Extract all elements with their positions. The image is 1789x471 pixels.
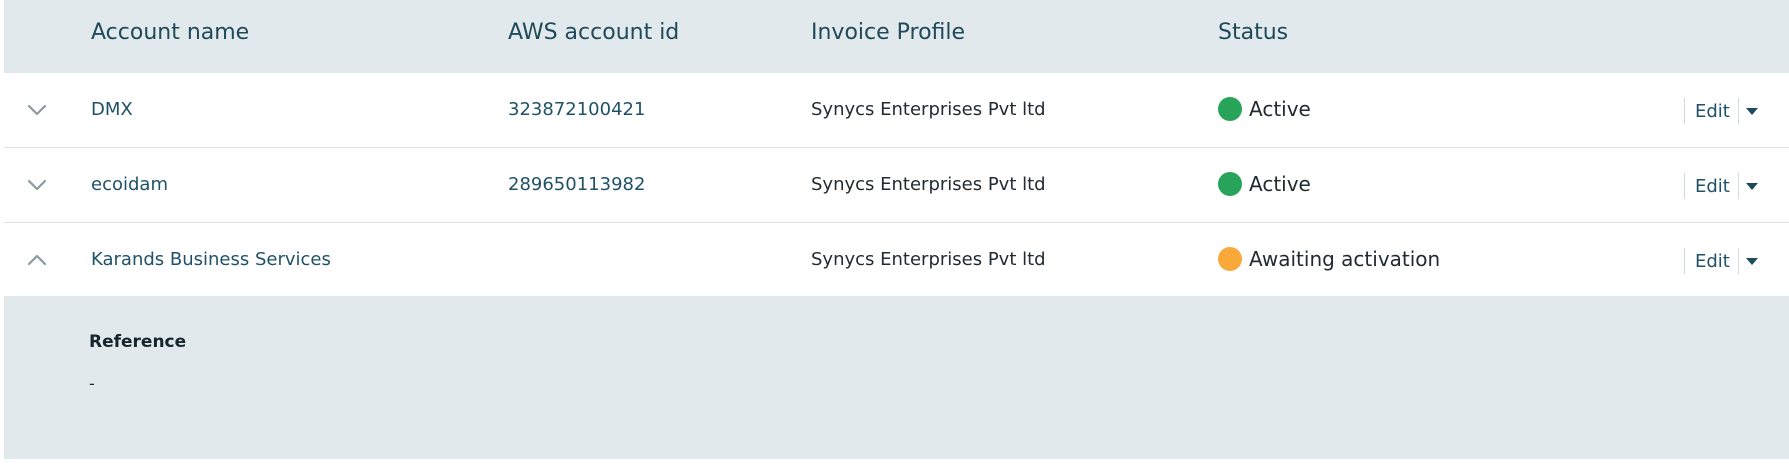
chevron-up-icon[interactable] — [26, 249, 48, 271]
edit-button[interactable]: Edit — [1685, 101, 1738, 122]
account-name-link[interactable]: ecoidam — [91, 174, 168, 195]
column-header-status[interactable]: Status — [1218, 20, 1288, 45]
status-dot-icon — [1218, 247, 1242, 271]
aws-account-id: 289650113982 — [508, 174, 646, 195]
caret-down-icon[interactable] — [1739, 98, 1765, 124]
chevron-down-icon[interactable] — [26, 174, 48, 196]
edit-button[interactable]: Edit — [1685, 176, 1738, 197]
row-actions: Edit — [1684, 247, 1765, 275]
status-badge: Active — [1218, 170, 1311, 198]
status-dot-icon — [1218, 97, 1242, 121]
table-row: DMX 323872100421 Synycs Enterprises Pvt … — [4, 73, 1789, 148]
status-badge: Awaiting activation — [1218, 245, 1440, 273]
status-dot-icon — [1218, 172, 1242, 196]
status-text: Awaiting activation — [1249, 247, 1441, 271]
aws-account-id: 323872100421 — [508, 99, 646, 120]
status-text: Active — [1249, 97, 1311, 121]
account-name-link[interactable]: DMX — [91, 99, 133, 120]
caret-down-icon[interactable] — [1739, 248, 1765, 274]
edit-button[interactable]: Edit — [1685, 251, 1738, 272]
chevron-down-icon[interactable] — [26, 99, 48, 121]
column-header-account-name[interactable]: Account name — [91, 20, 249, 45]
row-actions: Edit — [1684, 172, 1765, 200]
row-actions: Edit — [1684, 97, 1765, 125]
column-header-aws-account-id[interactable]: AWS account id — [508, 20, 679, 45]
table-header: Account name AWS account id Invoice Prof… — [4, 0, 1789, 73]
table-row: Karands Business Services Synycs Enterpr… — [4, 223, 1789, 298]
invoice-profile: Synycs Enterprises Pvt ltd — [811, 99, 1046, 120]
account-name-link[interactable]: Karands Business Services — [91, 249, 331, 270]
invoice-profile: Synycs Enterprises Pvt ltd — [811, 174, 1046, 195]
status-text: Active — [1249, 172, 1311, 196]
reference-value: - — [89, 374, 95, 393]
column-header-invoice-profile[interactable]: Invoice Profile — [811, 20, 965, 45]
reference-label: Reference — [89, 332, 187, 352]
caret-down-icon[interactable] — [1739, 173, 1765, 199]
table-row: ecoidam 289650113982 Synycs Enterprises … — [4, 148, 1789, 223]
status-badge: Active — [1218, 95, 1311, 123]
expanded-row-detail: Reference - — [4, 296, 1789, 459]
invoice-profile: Synycs Enterprises Pvt ltd — [811, 249, 1046, 270]
